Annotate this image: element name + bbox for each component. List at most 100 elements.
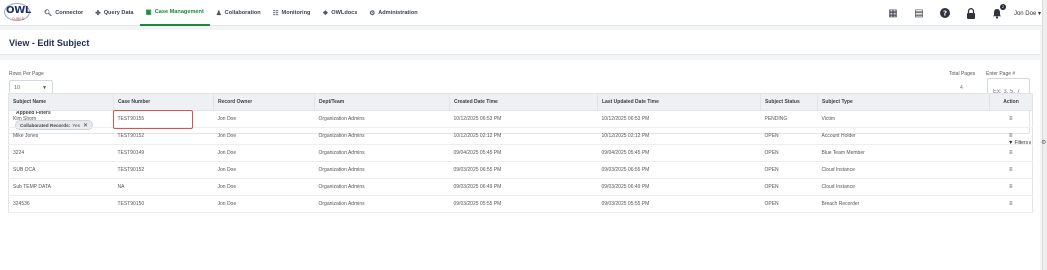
page-header: View - Edit Subject <box>0 30 1040 55</box>
table-cell: 09/03/2025 05:55 PM <box>449 195 598 213</box>
menu-icon[interactable]: ≡ <box>1009 116 1013 122</box>
table-cell: 324536 <box>8 195 114 213</box>
table-cell: 10/12/2025 06:53 PM <box>449 110 598 128</box>
column-header[interactable]: Subject Type <box>817 93 990 111</box>
table-cell: Organization Admins <box>314 178 450 196</box>
table-row[interactable]: Sub TEMP DATA NA Jon Doe Organization Admin… <box>8 178 1033 196</box>
table-cell: Victim <box>817 110 990 128</box>
nav-administration-label: Administration <box>378 9 418 16</box>
table-cell: 09/03/2025 05:55 PM <box>597 195 761 213</box>
nav-administration[interactable]: ⚙ Administration <box>363 0 423 26</box>
column-header[interactable]: Created Date Time <box>449 93 598 111</box>
table-cell: TEST90155 <box>113 110 214 128</box>
table-cell: 10/12/2025 06:53 PM <box>597 110 761 128</box>
table-cell: Jon Doe <box>213 110 315 128</box>
table-cell: TEST90150 <box>113 195 214 213</box>
table-cell: OPEN <box>760 144 818 162</box>
user-name: Jon Doe <box>1013 10 1037 17</box>
total-pages-value: 4 <box>960 85 963 91</box>
table-cell: 09/03/2025 06:55 PM <box>597 161 761 179</box>
user-menu[interactable]: Jon Doe ▾ <box>1014 10 1041 17</box>
document-icon: ❖ <box>322 9 329 17</box>
column-header[interactable]: Record Owner <box>213 93 315 111</box>
nav-connector-label: Connector <box>55 9 84 16</box>
table-cell: TEST90152 <box>113 127 214 145</box>
column-header[interactable]: Subject Status <box>760 93 818 111</box>
calendar-icon[interactable]: ▤ <box>911 5 927 21</box>
table-row[interactable]: Kim Shorn TEST90155 Jon Doe Organization Ad… <box>8 110 1033 128</box>
table-cell: OPEN <box>760 178 818 196</box>
logo-subtext: CUBED <box>12 16 25 21</box>
column-header[interactable]: Last Updated Date Time <box>597 93 761 111</box>
table-cell: 09/03/2025 06:55 PM <box>449 161 598 179</box>
owl-logo[interactable]: OWL CUBED <box>4 2 32 24</box>
gear-icon[interactable]: ⚙ <box>1041 139 1046 146</box>
table-cell: TEST90152 <box>113 161 214 179</box>
lock-icon[interactable] <box>963 5 979 21</box>
table-cell: Jon Doe <box>213 127 315 145</box>
table-cell: NA <box>113 178 214 196</box>
rows-per-page-value: 10 <box>14 85 21 91</box>
nav-monitoring[interactable]: ☷ Monitoring <box>267 0 317 26</box>
table-cell: Jon Doe <box>213 178 315 196</box>
row-action-cell: ≡ <box>989 161 1033 179</box>
table-cell: OPEN <box>760 195 818 213</box>
nav-collaboration-label: Collaboration <box>224 9 261 16</box>
table-cell: Organization Admins <box>314 195 450 213</box>
table-row[interactable]: 324536 TEST90150 Jon Doe Organization Admin… <box>8 195 1033 213</box>
row-action-cell: ≡ <box>989 144 1033 162</box>
table-row[interactable]: SUB OCA TEST90152 Jon Doe Organization Admi… <box>8 161 1033 179</box>
chevron-down-icon: ▾ <box>1037 10 1041 17</box>
menu-icon[interactable]: ≡ <box>1009 184 1013 190</box>
column-header[interactable]: Subject Name <box>8 93 114 111</box>
table-cell: SUB OCA <box>8 161 114 179</box>
table-cell: Breach Recorder <box>817 195 990 213</box>
table-cell: 09/03/2025 06:49 PM <box>597 178 761 196</box>
table-header-row: Subject Name Case Number Record Owner De… <box>8 93 1033 111</box>
rows-per-page-label: Rows Per Page <box>9 71 44 77</box>
menu-icon[interactable]: ≡ <box>1009 201 1013 207</box>
subjects-table: Subject Name Case Number Record Owner De… <box>8 93 1033 213</box>
table-cell: OPEN <box>760 161 818 179</box>
people-icon: ♟ <box>215 9 222 17</box>
table-cell: Organization Admins <box>314 127 450 145</box>
nav-owldocs[interactable]: ❖ OWLdocs <box>316 0 363 26</box>
table-cell: Jon Doe <box>213 161 315 179</box>
enter-page-label: Enter Page # <box>986 71 1016 77</box>
nav-query-data[interactable]: ✤ Query Data <box>89 0 139 26</box>
svg-text:?: ? <box>943 10 947 18</box>
column-header[interactable]: Dept/Team <box>314 93 450 111</box>
table-row[interactable]: 3224 TEST90149 Jon Doe Organization Admins 0… <box>8 144 1033 162</box>
menu-icon[interactable]: ≡ <box>1009 133 1013 139</box>
table-cell: 3224 <box>8 144 114 162</box>
nav-query-data-label: Query Data <box>103 9 134 16</box>
nav-collaboration[interactable]: ♟ Collaboration <box>210 0 267 26</box>
table-cell: Organization Admins <box>314 161 450 179</box>
table-cell: 10/12/2025 02:12 PM <box>597 127 761 145</box>
menu-icon[interactable]: ≡ <box>1009 150 1013 156</box>
help-icon[interactable]: ? <box>937 5 953 21</box>
page-title: View - Edit Subject <box>9 38 90 48</box>
row-action-cell: ≡ <box>989 178 1033 196</box>
table-cell: PENDING <box>760 110 818 128</box>
table-cell: Account Holder <box>817 127 990 145</box>
table-cell: Jon Doe <box>213 144 315 162</box>
row-action-cell: ≡ <box>989 127 1033 145</box>
column-header[interactable]: Case Number <box>113 93 214 111</box>
table-cell: Mike Jones <box>8 127 114 145</box>
nav-owldocs-label: OWLdocs <box>331 9 358 16</box>
nav-connector[interactable]: 🔍︎ Connector <box>38 0 89 26</box>
bell-icon[interactable]: 2 <box>989 4 1006 21</box>
menu-icon[interactable]: ≡ <box>1009 167 1013 173</box>
nav-monitoring-label: Monitoring <box>281 9 311 16</box>
clipboard-icon: ▣ <box>145 8 152 16</box>
table-cell: TEST90149 <box>113 144 214 162</box>
dashboard-icon[interactable]: ▦ <box>885 5 901 21</box>
page-scrollbar[interactable] <box>1042 0 1047 270</box>
users-gear-icon: ⚙ <box>369 9 376 17</box>
nav-case-management[interactable]: ▣ Case Management <box>139 0 210 26</box>
table-cell: Organization Admins <box>314 144 450 162</box>
table-row[interactable]: Mike Jones TEST90152 Jon Doe Organization A… <box>8 127 1033 145</box>
table-cell: Cloud Instance <box>817 178 990 196</box>
table-cell: Organization Admins <box>314 110 450 128</box>
